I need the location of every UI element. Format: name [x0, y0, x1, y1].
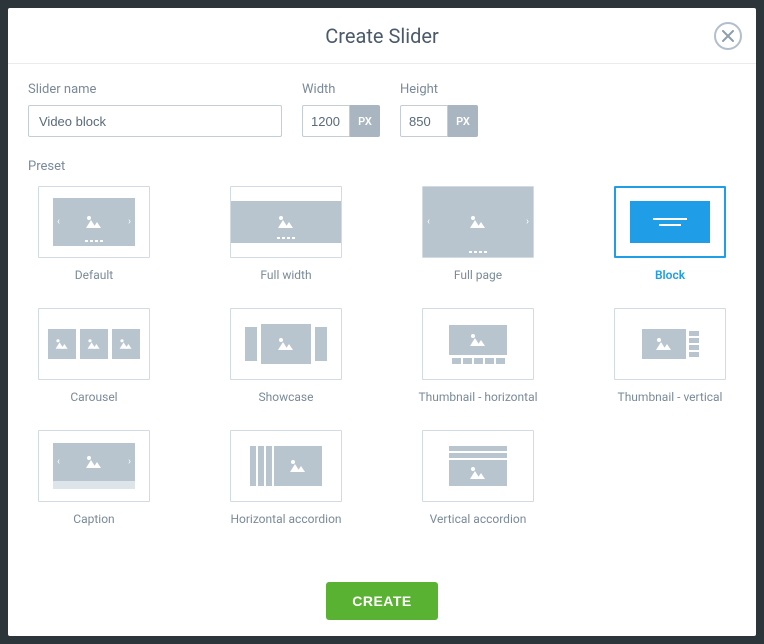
- create-slider-modal: Create Slider Slider name Width PX Heigh…: [8, 8, 756, 636]
- slider-name-label: Slider name: [28, 82, 282, 97]
- preset-vertical-accordion[interactable]: Vertical accordion: [412, 430, 544, 526]
- preset-default[interactable]: ‹ › Default: [28, 186, 160, 282]
- preset-caption[interactable]: ‹ › Caption: [28, 430, 160, 526]
- close-icon: [722, 30, 734, 42]
- preset-carousel[interactable]: Carousel: [28, 308, 160, 404]
- preset-horizontal-accordion[interactable]: Horizontal accordion: [220, 430, 352, 526]
- width-input[interactable]: [302, 105, 350, 137]
- height-unit: PX: [448, 105, 478, 137]
- modal-title: Create Slider: [325, 24, 438, 48]
- preset-fullwidth[interactable]: Full width: [220, 186, 352, 282]
- width-label: Width: [302, 82, 380, 97]
- preset-label: Horizontal accordion: [230, 512, 341, 526]
- preset-section-label: Preset: [28, 159, 736, 174]
- slider-name-input[interactable]: [28, 105, 282, 137]
- form-row: Slider name Width PX Height PX: [28, 82, 736, 137]
- preset-label: Thumbnail - vertical: [618, 390, 723, 404]
- modal-footer: CREATE: [8, 566, 756, 636]
- modal-body: Slider name Width PX Height PX Preset: [8, 64, 756, 566]
- height-input[interactable]: [400, 105, 448, 137]
- height-group: Height PX: [400, 82, 478, 137]
- preset-label: Caption: [73, 512, 114, 526]
- preset-label: Full page: [454, 268, 502, 282]
- preset-label: Vertical accordion: [430, 512, 527, 526]
- preset-label: Default: [75, 268, 113, 282]
- preset-thumbnail-vertical[interactable]: Thumbnail - vertical: [604, 308, 736, 404]
- preset-label: Full width: [260, 268, 311, 282]
- close-button[interactable]: [714, 22, 742, 50]
- preset-label: Thumbnail - horizontal: [418, 390, 537, 404]
- preset-thumbnail-horizontal[interactable]: Thumbnail - horizontal: [412, 308, 544, 404]
- create-button[interactable]: CREATE: [326, 582, 438, 620]
- preset-block[interactable]: Block: [604, 186, 736, 282]
- preset-label: Showcase: [259, 390, 314, 404]
- modal-header: Create Slider: [8, 8, 756, 64]
- width-group: Width PX: [302, 82, 380, 137]
- preset-showcase[interactable]: Showcase: [220, 308, 352, 404]
- slider-name-group: Slider name: [28, 82, 282, 137]
- preset-label: Block: [655, 268, 685, 282]
- width-unit: PX: [350, 105, 380, 137]
- preset-fullpage[interactable]: ‹ › Full page: [412, 186, 544, 282]
- preset-label: Carousel: [70, 390, 117, 404]
- preset-grid: ‹ › Default Full width: [28, 186, 736, 526]
- height-label: Height: [400, 82, 478, 97]
